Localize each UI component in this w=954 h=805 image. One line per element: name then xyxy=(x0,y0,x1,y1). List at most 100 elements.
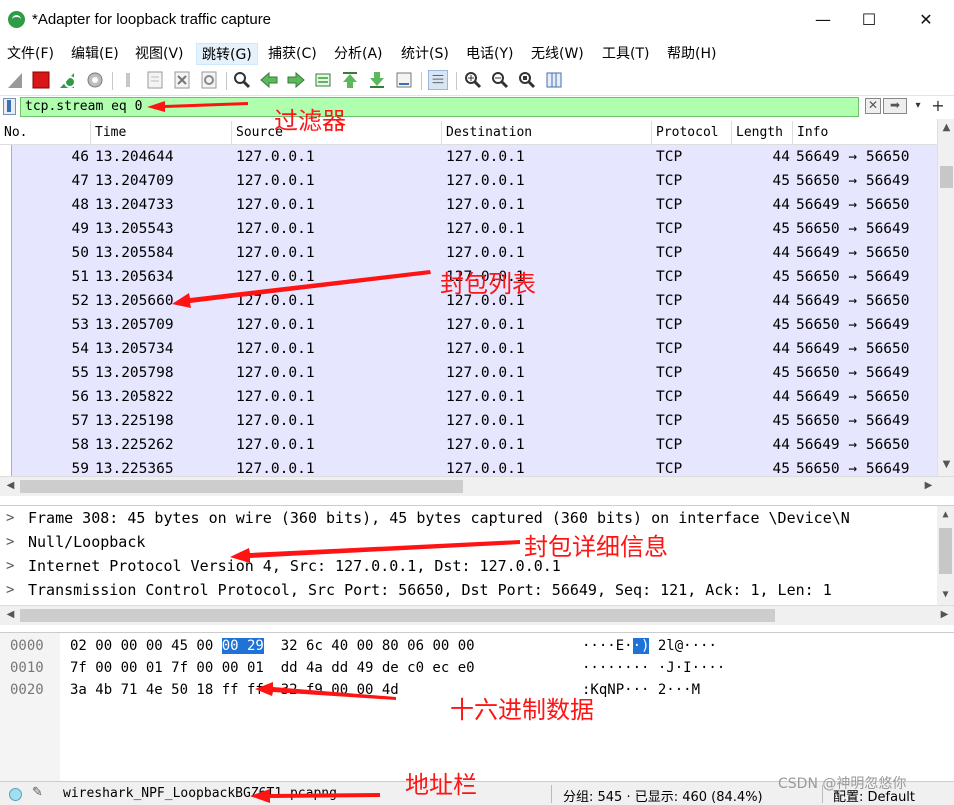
expert-info-icon[interactable] xyxy=(9,788,22,801)
first-icon[interactable] xyxy=(340,70,360,90)
find-icon[interactable] xyxy=(232,70,252,90)
menu-analyze[interactable]: 分析(A) xyxy=(329,43,388,65)
column-info[interactable]: Info xyxy=(793,121,937,145)
packet-list-hscroll[interactable]: ◀ ▶ xyxy=(0,476,954,496)
stop-icon[interactable] xyxy=(31,70,51,90)
zoom-out-icon[interactable] xyxy=(490,70,510,90)
table-row[interactable]: 55 13.205798 127.0.0.1 127.0.0.1 TCP 45 56650 … xyxy=(0,361,937,385)
hex-row[interactable]: 0010 7f 00 00 01 7f 00 00 01 dd 4a dd 49 … xyxy=(0,657,954,679)
cell-info: 56650 → 56649 xyxy=(796,461,910,476)
menu-telephony[interactable]: 电话(Y) xyxy=(461,43,518,65)
cell-no: 51 xyxy=(71,269,89,285)
packet-list-vscroll[interactable]: ▲ ▼ xyxy=(937,119,954,476)
cell-proto: TCP xyxy=(656,197,683,213)
table-row[interactable]: 47 13.204709 127.0.0.1 127.0.0.1 TCP 45 56650 … xyxy=(0,169,937,193)
forward-icon[interactable] xyxy=(286,70,306,90)
chevron-right-icon[interactable]: > xyxy=(6,506,14,530)
table-row[interactable]: 49 13.205543 127.0.0.1 127.0.0.1 TCP 45 56650 … xyxy=(0,217,937,241)
edit-comment-icon[interactable]: ✎ xyxy=(32,785,43,800)
close-file-icon[interactable] xyxy=(172,70,192,90)
column-source[interactable]: Source xyxy=(232,121,442,145)
chevron-down-icon[interactable]: ▾ xyxy=(911,98,925,114)
menu-help[interactable]: 帮助(H) xyxy=(662,43,721,65)
cell-info: 56649 → 56650 xyxy=(796,197,910,213)
detail-row-loopback[interactable]: > Null/Loopback xyxy=(0,530,937,554)
table-row[interactable]: 57 13.225198 127.0.0.1 127.0.0.1 TCP 45 56650 … xyxy=(0,409,937,433)
cell-len: 44 xyxy=(772,197,790,213)
goto-icon[interactable] xyxy=(313,70,333,90)
menu-capture[interactable]: 捕获(C) xyxy=(263,43,322,65)
column-destination[interactable]: Destination xyxy=(442,121,652,145)
maximize-button[interactable]: ☐ xyxy=(846,6,892,34)
detail-row-frame[interactable]: > Frame 308: 45 bytes on wire (360 bits),… xyxy=(0,506,937,530)
table-row[interactable]: 51 13.205634 127.0.0.1 127.0.0.1 TCP 45 56650 … xyxy=(0,265,937,289)
cell-len: 44 xyxy=(772,149,790,165)
save-icon[interactable] xyxy=(145,70,165,90)
bookmark-icon[interactable] xyxy=(3,98,16,115)
chevron-right-icon[interactable]: > xyxy=(6,578,14,602)
cell-src: 127.0.0.1 xyxy=(236,365,315,381)
column-no[interactable]: No. xyxy=(0,121,91,145)
menu-edit[interactable]: 编辑(E) xyxy=(66,43,124,65)
packet-details: > Frame 308: 45 bytes on wire (360 bits),… xyxy=(0,505,954,606)
last-icon[interactable] xyxy=(367,70,387,90)
cell-time: 13.225365 xyxy=(95,461,174,476)
menu-tools[interactable]: 工具(T) xyxy=(597,43,654,65)
zoom-reset-icon[interactable] xyxy=(517,70,537,90)
table-row[interactable]: 52 13.205660 127.0.0.1 127.0.0.1 TCP 44 56649 … xyxy=(0,289,937,313)
cell-src: 127.0.0.1 xyxy=(236,293,315,309)
table-row[interactable]: 58 13.225262 127.0.0.1 127.0.0.1 TCP 44 56649 … xyxy=(0,433,937,457)
reload-icon[interactable] xyxy=(199,70,219,90)
options-icon[interactable] xyxy=(85,70,105,90)
back-icon[interactable] xyxy=(259,70,279,90)
hex-row[interactable]: 0000 02 00 00 00 45 00 00 29 32 6c 40 00 … xyxy=(0,635,954,657)
menu-wireless[interactable]: 无线(W) xyxy=(526,43,589,65)
menu-statistics[interactable]: 统计(S) xyxy=(396,43,454,65)
menu-view[interactable]: 视图(V) xyxy=(130,43,189,65)
table-row[interactable]: 53 13.205709 127.0.0.1 127.0.0.1 TCP 45 56650 … xyxy=(0,313,937,337)
hex-byte-group: 02 00 00 00 45 00 xyxy=(70,638,222,654)
open-icon[interactable] xyxy=(118,70,138,90)
cell-dst: 127.0.0.1 xyxy=(446,461,525,476)
close-button[interactable]: ✕ xyxy=(903,6,949,34)
autoscroll-icon[interactable] xyxy=(394,70,414,90)
minimize-button[interactable]: — xyxy=(800,6,846,34)
cell-proto: TCP xyxy=(656,437,683,453)
chevron-right-icon[interactable]: > xyxy=(6,554,14,578)
cell-time: 13.205798 xyxy=(95,365,174,381)
hex-selected-bytes: 00 29 xyxy=(221,638,264,654)
table-row[interactable]: 48 13.204733 127.0.0.1 127.0.0.1 TCP 44 56649 … xyxy=(0,193,937,217)
column-time[interactable]: Time xyxy=(91,121,232,145)
table-row[interactable]: 46 13.204644 127.0.0.1 127.0.0.1 TCP 44 56649 … xyxy=(0,145,937,169)
details-vscroll[interactable]: ▲ ▼ xyxy=(937,506,954,606)
cell-proto: TCP xyxy=(656,221,683,237)
menu-go[interactable]: 跳转(G) xyxy=(196,43,258,65)
table-row[interactable]: 50 13.205584 127.0.0.1 127.0.0.1 TCP 44 56649 … xyxy=(0,241,937,265)
column-length[interactable]: Length xyxy=(732,121,793,145)
cell-proto: TCP xyxy=(656,389,683,405)
table-row[interactable]: 59 13.225365 127.0.0.1 127.0.0.1 TCP 45 56650 … xyxy=(0,457,937,476)
status-profile[interactable]: 配置: Default xyxy=(833,786,915,805)
detail-row-tcp[interactable]: > Transmission Control Protocol, Src Port… xyxy=(0,578,937,602)
colorize-icon[interactable] xyxy=(428,70,448,90)
clear-filter-button[interactable]: ✕ xyxy=(865,98,881,114)
display-filter-input[interactable]: tcp.stream eq 0 xyxy=(20,97,859,117)
detail-row-ipv4[interactable]: > Internet Protocol Version 4, Src: 127.0… xyxy=(0,554,937,578)
details-hscroll[interactable]: ◀ ▶ xyxy=(0,605,954,625)
column-protocol[interactable]: Protocol xyxy=(652,121,732,145)
cell-time: 13.205822 xyxy=(95,389,174,405)
resize-columns-icon[interactable] xyxy=(544,70,564,90)
cell-proto: TCP xyxy=(656,413,683,429)
apply-filter-button[interactable]: ➡ xyxy=(883,98,907,114)
restart-icon[interactable] xyxy=(58,70,78,90)
cell-info: 56650 → 56649 xyxy=(796,269,910,285)
table-row[interactable]: 56 13.205822 127.0.0.1 127.0.0.1 TCP 44 56649 … xyxy=(0,385,937,409)
add-filter-button[interactable]: + xyxy=(929,96,947,116)
table-row[interactable]: 54 13.205734 127.0.0.1 127.0.0.1 TCP 44 56649 … xyxy=(0,337,937,361)
menu-file[interactable]: 文件(F) xyxy=(2,43,59,65)
chevron-right-icon[interactable]: > xyxy=(6,530,14,554)
zoom-in-icon[interactable] xyxy=(463,70,483,90)
cell-src: 127.0.0.1 xyxy=(236,269,315,285)
shark-fin-icon[interactable] xyxy=(6,70,26,90)
hex-row[interactable]: 0020 3a 4b 71 4e 50 18 ff ff 32 f9 00 00 … xyxy=(0,679,954,701)
